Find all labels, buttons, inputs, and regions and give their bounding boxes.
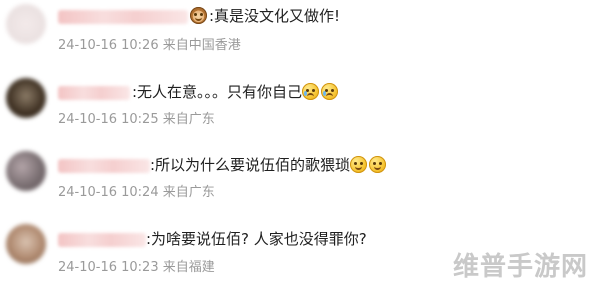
location: 来自广东 [162, 185, 215, 200]
comment-item: :无人在意。。。只有你自己 24-10-16 10:25 来自广东 [0, 72, 600, 142]
username-blurred[interactable] [58, 10, 188, 24]
comment-meta: 24-10-16 10:23 来自福建 [58, 260, 215, 276]
comment-item: :所以为什么要说伍佰的歌猥琐 24-10-16 10:24 来自广东 [0, 145, 600, 215]
comment-meta: 24-10-16 10:24 来自广东 [58, 185, 215, 201]
comment-item: :真是没文化又做作! 24-10-16 10:26 来自中国香港 [0, 0, 600, 70]
timestamp: 24-10-16 10:25 [58, 112, 159, 127]
comment-text: :无人在意。。。只有你自己 [132, 82, 340, 102]
crying-face-icon [321, 83, 339, 100]
username-blurred[interactable] [58, 159, 150, 173]
monkey-face-icon [190, 7, 207, 24]
location: 来自中国香港 [162, 38, 241, 53]
username-blurred[interactable] [58, 86, 130, 100]
location: 来自广东 [162, 112, 215, 127]
timestamp: 24-10-16 10:24 [58, 185, 159, 200]
avatar[interactable] [6, 224, 46, 264]
timestamp: 24-10-16 10:23 [58, 260, 159, 275]
comment-text: :为啥要说伍佰? 人家也没得罪你? [146, 230, 367, 248]
username-blurred[interactable] [58, 233, 146, 247]
comment-text: :所以为什么要说伍佰的歌猥琐 [150, 155, 388, 175]
avatar[interactable] [6, 151, 46, 191]
comment-meta: 24-10-16 10:25 来自广东 [58, 112, 215, 128]
smiling-face-icon [350, 156, 368, 173]
comment-meta: 24-10-16 10:26 来自中国香港 [58, 38, 241, 54]
comment-text: :真是没文化又做作! [190, 6, 340, 26]
location: 来自福建 [162, 260, 215, 275]
smiling-face-icon [369, 156, 387, 173]
avatar[interactable] [6, 4, 46, 44]
timestamp: 24-10-16 10:26 [58, 38, 159, 53]
crying-face-icon [302, 83, 320, 100]
avatar[interactable] [6, 78, 46, 118]
watermark: 维普手游网 [452, 252, 588, 282]
